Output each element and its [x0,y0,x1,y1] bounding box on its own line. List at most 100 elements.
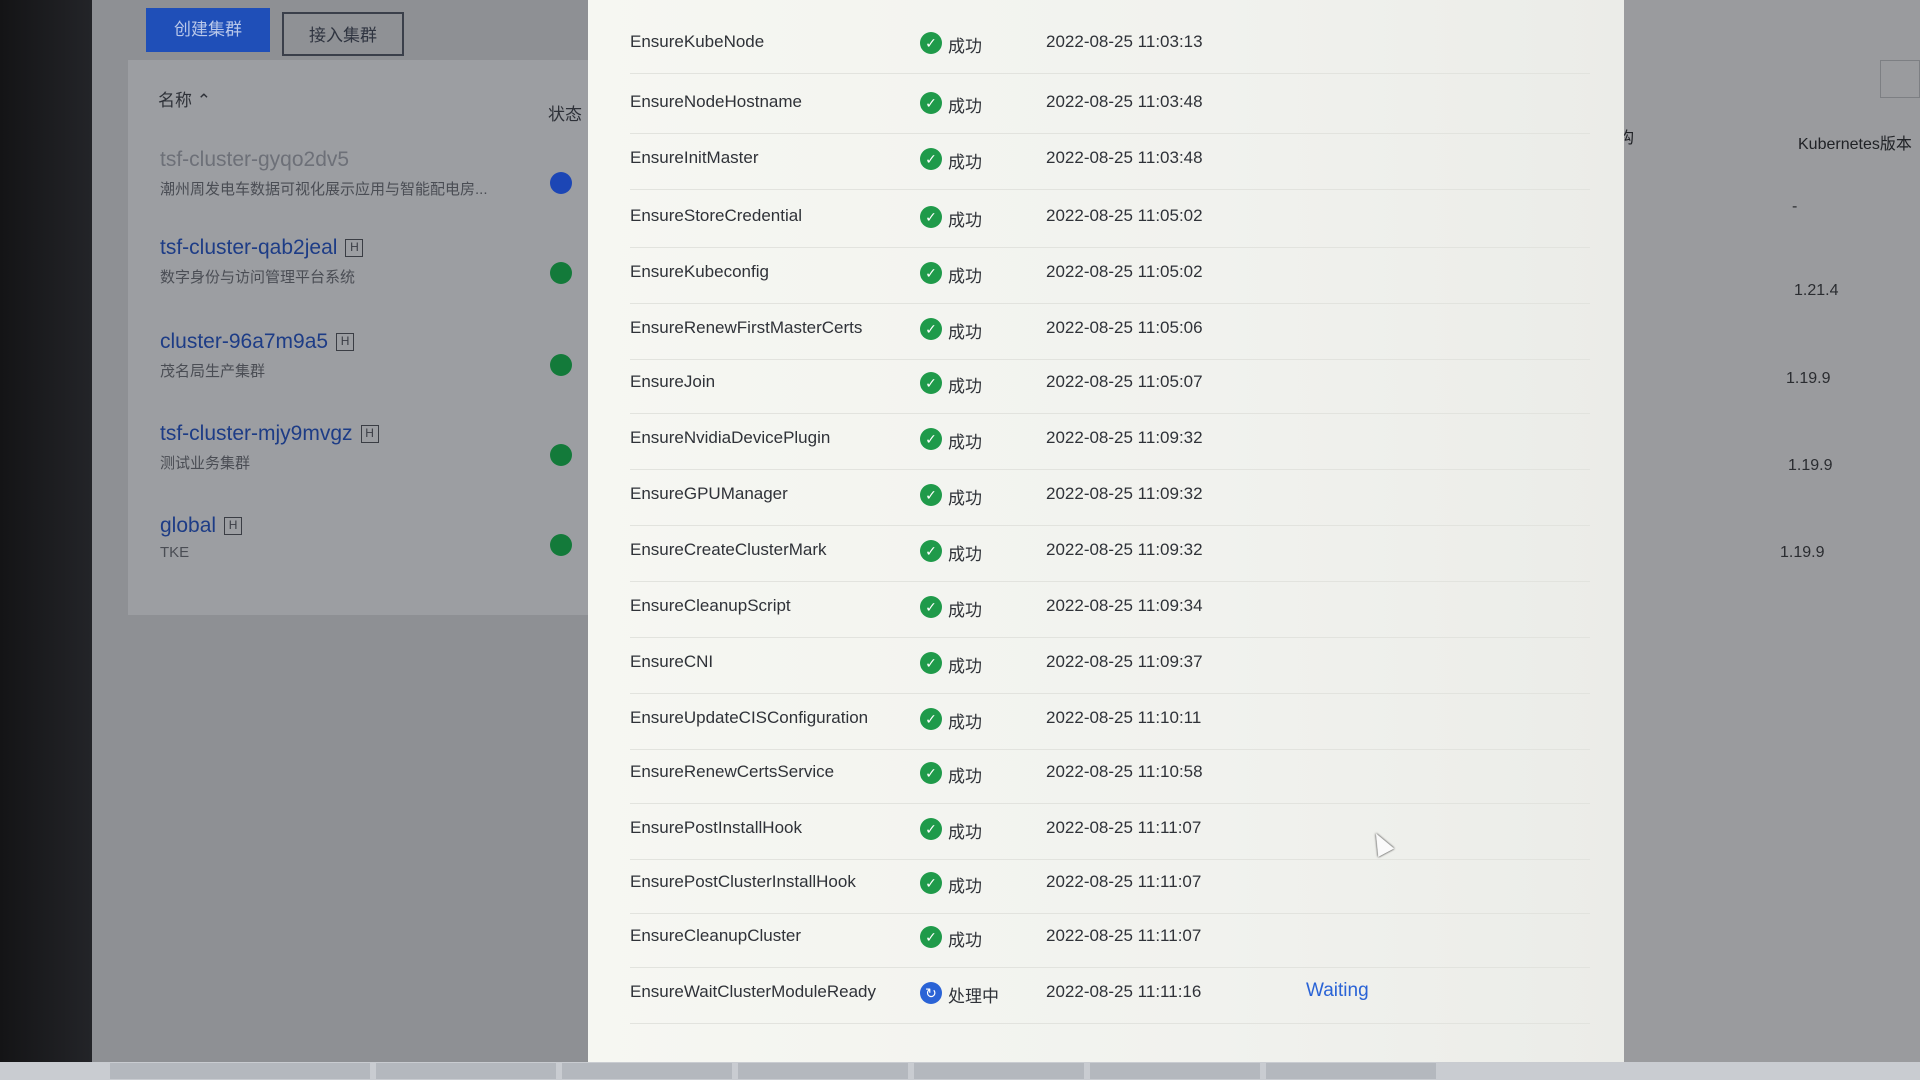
step-name: EnsureGPUManager [630,484,788,503]
cluster-name-link[interactable]: tsf-cluster-mjy9mvgz H [160,422,590,446]
k8s-version-value: 1.19.9 [1788,457,1833,474]
step-name: EnsureCleanupScript [630,596,791,615]
step-name: EnsureWaitClusterModuleReady [630,982,876,1001]
step-status: 成功 [948,657,982,676]
success-check-icon: ✓ [920,596,942,618]
create-cluster-button[interactable]: 创建集群 [146,8,270,52]
taskbar-item[interactable] [376,1063,556,1079]
success-check-icon: ✓ [920,708,942,730]
step-row: EnsureNvidiaDevicePlugin ✓ 成功 2022-08-25 11… [630,414,1590,470]
step-name: EnsurePostClusterInstallHook [630,872,856,891]
step-time: 2022-08-25 11:11:07 [1046,926,1202,945]
column-header-status: 状态 [548,105,582,124]
step-row: EnsureInitMaster ✓ 成功 2022-08-25 11:03:48 [630,134,1590,190]
taskbar-item[interactable] [914,1063,1084,1079]
step-row: EnsureRenewFirstMasterCerts ✓ 成功 2022-08-25… [630,304,1590,360]
cluster-description: TKE [160,544,190,561]
cluster-description: 茂名局生产集群 [160,363,266,380]
success-check-icon: ✓ [920,818,942,840]
success-check-icon: ✓ [920,484,942,506]
cluster-name-link[interactable]: cluster-96a7m9a5 H [160,330,590,354]
step-name: EnsureNvidiaDevicePlugin [630,428,831,447]
cluster-status-ok-icon [550,262,572,284]
step-row: EnsureCNI ✓ 成功 2022-08-25 11:09:37 [630,638,1590,694]
step-time: 2022-08-25 11:11:07 [1046,818,1202,837]
step-time: 2022-08-25 11:11:16 [1046,982,1202,1001]
step-status: 成功 [948,267,982,286]
cluster-name-link[interactable]: tsf-cluster-qab2jeal H [160,236,590,260]
step-row: EnsureUpdateCISConfiguration ✓ 成功 2022-08-2… [630,694,1590,750]
cluster-name: tsf-cluster-mjy9mvgz [160,422,353,445]
step-status: 成功 [948,97,982,116]
search-input[interactable] [1880,60,1920,98]
app-background-right [1585,0,1920,1065]
cluster-status-ok-icon [550,444,572,466]
cluster-name: global [160,514,217,537]
success-check-icon: ✓ [920,372,942,394]
host-badge-icon: H [345,239,364,257]
success-check-icon: ✓ [920,206,942,228]
cluster-name-link[interactable]: global H [160,514,590,538]
taskbar-item[interactable] [562,1063,732,1079]
step-row: EnsureWaitClusterModuleReady ↻ 处理中 2022-08-… [630,968,1590,1024]
step-status: 成功 [948,877,982,896]
cluster-status-progress-icon [550,172,572,194]
cluster-description: 测试业务集群 [160,455,251,472]
step-name: EnsureCNI [630,652,714,671]
step-row: EnsureRenewCertsService ✓ 成功 2022-08-25 11:… [630,748,1590,804]
cluster-status-ok-icon [550,354,572,376]
processing-icon: ↻ [920,982,942,1004]
taskbar-item[interactable] [110,1063,370,1079]
cluster-row: tsf-cluster-gyqo2dv5 潮州周发电车数据可视化展示应用与智能配电… [160,148,590,199]
step-time: 2022-08-25 11:09:32 [1046,428,1203,447]
step-time: 2022-08-25 11:09:34 [1046,596,1203,615]
success-check-icon: ✓ [920,428,942,450]
step-name: EnsureJoin [630,372,716,391]
success-check-icon: ✓ [920,926,942,948]
step-status: 成功 [948,931,982,950]
cluster-description: 潮州周发电车数据可视化展示应用与智能配电房... [160,181,488,198]
step-row: EnsureGPUManager ✓ 成功 2022-08-25 11:09:32 [630,470,1590,526]
cluster-row: tsf-cluster-qab2jeal H 数字身份与访问管理平台系统 [160,236,590,287]
step-status: 成功 [948,713,982,732]
taskbar-item[interactable] [1090,1063,1260,1079]
success-check-icon: ✓ [920,318,942,340]
taskbar-item[interactable] [738,1063,908,1079]
step-time: 2022-08-25 11:09:32 [1046,484,1203,503]
success-check-icon: ✓ [920,148,942,170]
step-time: 2022-08-25 11:03:13 [1046,32,1203,51]
step-status: 成功 [948,211,982,230]
k8s-version-value: 1.19.9 [1786,370,1831,387]
step-time: 2022-08-25 11:05:07 [1046,372,1203,391]
step-name: EnsureNodeHostname [630,92,802,111]
column-header-k8s-version: Kubernetes版本 [1798,136,1912,153]
step-name: EnsureInitMaster [630,148,759,167]
step-row: EnsurePostClusterInstallHook ✓ 成功 2022-08-2… [630,858,1590,914]
step-time: 2022-08-25 11:05:06 [1046,318,1203,337]
step-time: 2022-08-25 11:05:02 [1046,206,1203,225]
step-name: EnsureKubeNode [630,32,765,51]
host-badge-icon: H [336,333,355,351]
step-row: EnsureStoreCredential ✓ 成功 2022-08-25 11:05… [630,192,1590,248]
host-badge-icon: H [360,425,379,443]
k8s-version-value: - [1792,198,1798,215]
step-name: EnsureCreateClusterMark [630,540,827,559]
monitor-bezel [0,0,92,1080]
step-name: EnsureCleanupCluster [630,926,802,945]
step-status: 成功 [948,489,982,508]
cluster-name-link[interactable]: tsf-cluster-gyqo2dv5 [160,148,590,172]
taskbar-item[interactable] [1266,1063,1436,1079]
step-time: 2022-08-25 11:03:48 [1046,148,1203,167]
step-status: 成功 [948,767,982,786]
step-time: 2022-08-25 11:09:37 [1046,652,1203,671]
success-check-icon: ✓ [920,762,942,784]
host-badge-icon: H [224,517,243,535]
success-check-icon: ✓ [920,652,942,674]
success-check-icon: ✓ [920,540,942,562]
import-cluster-button[interactable]: 接入集群 [282,12,404,56]
step-time: 2022-08-25 11:05:02 [1046,262,1203,281]
step-status: 成功 [948,37,982,56]
step-row: EnsureCleanupCluster ✓ 成功 2022-08-25 11:11:… [630,912,1590,968]
step-name: EnsureStoreCredential [630,206,802,225]
column-header-name[interactable]: 名称 ⌃ [158,86,211,111]
